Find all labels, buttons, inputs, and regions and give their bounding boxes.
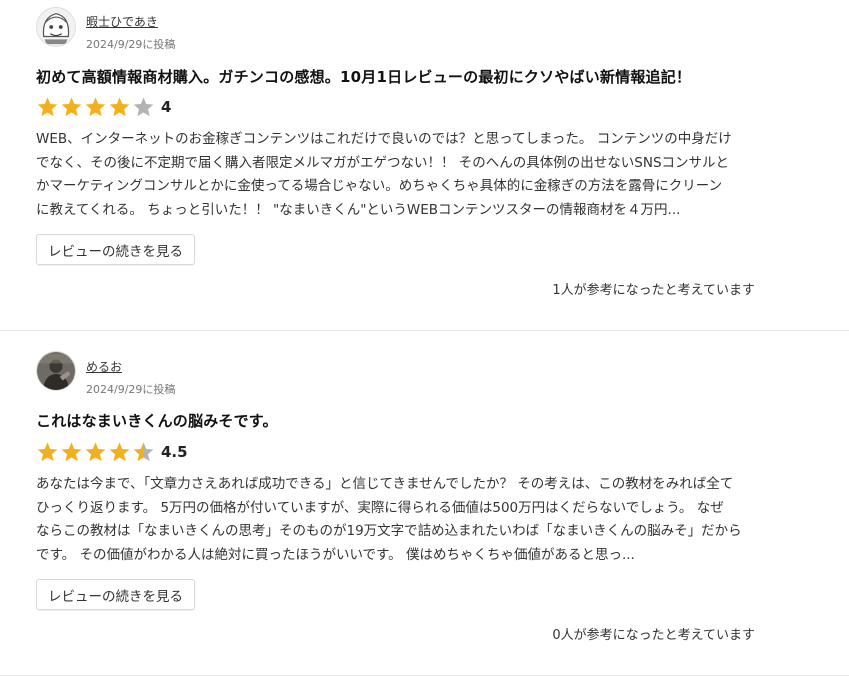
- review-card: めるお 2024/9/29に投稿 これはなまいきくんの脳みそです。 4.5 あな…: [0, 331, 849, 676]
- review-title: これはなまいきくんの脳みそです。: [36, 412, 278, 430]
- reviewer-avatar[interactable]: [36, 7, 76, 47]
- star-filled-icon: [109, 97, 130, 117]
- review-body-line: あなたは今まで、「文章力さえあれば成功できる」と信じてきませんでしたか？ その考…: [36, 476, 734, 492]
- reviewer-avatar[interactable]: [36, 351, 76, 391]
- rating-value: 4.5: [161, 443, 188, 461]
- rating-value: 4: [161, 98, 172, 116]
- review-body: WEB、インターネットのお金稼ぎコンテンツはこれだけで良いのでは？と思ってしまっ…: [36, 128, 758, 222]
- review-body: あなたは今まで、「文章力さえあれば成功できる」と信じてきませんでしたか？ その考…: [36, 473, 758, 567]
- review-body-line: ならこの教材は「なまいきくんの思考」そのものが19万文字で詰め込まれたいわば「な…: [36, 523, 742, 539]
- star-empty-icon: [133, 97, 154, 117]
- star-icons: [36, 96, 155, 118]
- star-half-icon: [133, 442, 154, 462]
- star-filled-icon: [109, 442, 130, 462]
- posted-date: 2024/9/29に投稿: [86, 38, 176, 51]
- review-body-line: WEB、インターネットのお金稼ぎコンテンツはこれだけで良いのでは？と思ってしまっ…: [36, 131, 732, 147]
- reviewer-name-link[interactable]: 暇士ひであき: [86, 13, 158, 30]
- star-icons: [36, 441, 155, 463]
- star-filled-icon: [37, 97, 58, 117]
- review-card: 暇士ひであき 2024/9/29に投稿 初めて高額情報商材購入。ガチンコの感想。…: [0, 0, 849, 331]
- reviewer-name-link[interactable]: めるお: [86, 358, 122, 375]
- review-body-line: に教えてくれる。 ちょっと引いた！！ "なまいきくん"というWEBコンテンツスタ…: [36, 201, 681, 218]
- dark-person-avatar-icon: [37, 352, 75, 390]
- review-body-line: かマーケティングコンサルとかに金使ってる場合じゃない。めちゃくちゃ具体的に金稼ぎ…: [36, 178, 723, 194]
- cartoon-face-avatar-icon: [37, 8, 75, 46]
- review-title: 初めて高額情報商材購入。ガチンコの感想。10月1日レビューの最初にクソやばい新情…: [36, 68, 692, 86]
- star-filled-icon: [85, 97, 106, 117]
- star-filled-icon: [61, 442, 82, 462]
- posted-date: 2024/9/29に投稿: [86, 383, 176, 396]
- star-rating: 4.5: [36, 441, 188, 463]
- read-more-button[interactable]: レビューの続きを見る: [36, 234, 195, 265]
- star-rating: 4: [36, 96, 171, 118]
- review-body-line: ひっくり返ります。 5万円の価格が付いていますが、実際に得られる価値は500万円…: [36, 499, 724, 516]
- star-filled-icon: [61, 97, 82, 117]
- star-filled-icon: [37, 442, 58, 462]
- review-body-line: でなく、その後に不定期で届く購入者限定メルマガがエゲつない！！ そのへんの具体例…: [36, 154, 730, 171]
- helpful-count-text: 0人が参考になったと考えています: [552, 628, 755, 643]
- helpful-count-text: 1人が参考になったと考えています: [552, 283, 755, 298]
- read-more-button[interactable]: レビューの続きを見る: [36, 579, 195, 610]
- star-filled-icon: [85, 442, 106, 462]
- review-body-line: です。 その価値がわかる人は絶対に買ったほうがいいです。 僕はめちゃくちゃ価値が…: [36, 546, 635, 563]
